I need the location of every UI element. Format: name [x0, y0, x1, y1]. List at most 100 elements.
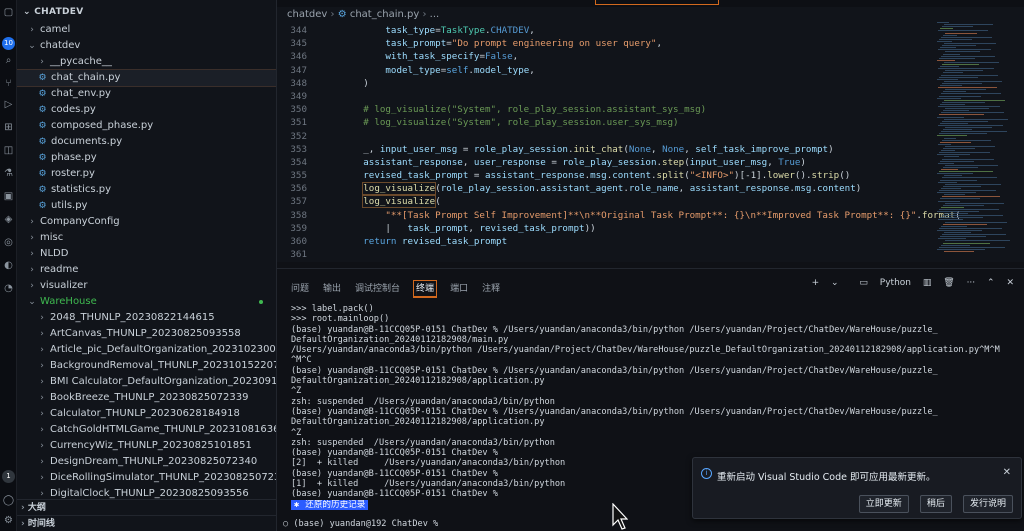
breadcrumb-symbol[interactable]: ...	[430, 9, 440, 20]
python-file-icon: ⚙	[38, 201, 47, 211]
terminal-shell-label[interactable]: ▭ Python	[850, 278, 911, 288]
folder-item[interactable]: › 2048_THUNLP_20230822144615	[17, 310, 276, 326]
database-icon[interactable]: ◎	[2, 236, 15, 249]
file-item[interactable]: ⚙ chat_env.py	[17, 86, 276, 102]
folder-item[interactable]: › BackgroundRemoval_THUNLP_20231015220703	[17, 358, 276, 374]
breadcrumb-file[interactable]: chat_chain.py	[350, 9, 419, 20]
search-icon[interactable]: ⌕	[2, 54, 15, 67]
file-item[interactable]: ⚙ utils.py	[17, 198, 276, 214]
folder-item[interactable]: ⌄ chatdev	[17, 38, 276, 54]
chevron-down-icon[interactable]: ⌄	[831, 278, 839, 288]
git-graph-icon[interactable]: ◈	[2, 213, 15, 226]
code-line[interactable]: 358 "**[Task Prompt Self Improvement]**\…	[277, 209, 960, 222]
panel-tab[interactable]: 调试控制台	[355, 281, 400, 297]
docker-icon[interactable]: ▣	[2, 190, 15, 203]
code-line[interactable]: 359 | task_prompt, revised_task_prompt))	[277, 222, 937, 235]
folder-item[interactable]: › DesignDream_THUNLP_20230825072340	[17, 454, 276, 470]
terminal-prompt[interactable]: ○ (base) yuandan@192 ChatDev %	[283, 519, 443, 529]
file-item[interactable]: ⚙ composed_phase.py	[17, 118, 276, 134]
code-line[interactable]: 356 log_visualize(role_play_session.assi…	[277, 182, 937, 196]
file-item[interactable]: ⚙ statistics.py	[17, 182, 276, 198]
extensions-icon[interactable]: ⊞	[2, 121, 15, 134]
more-icon[interactable]: ···	[967, 278, 976, 288]
explorer-icon[interactable]: ▢	[2, 6, 15, 19]
minimap-line	[939, 133, 987, 135]
code-line[interactable]: 344 task_type=TaskType.CHATDEV,	[277, 24, 937, 37]
code-lines[interactable]: 344 task_type=TaskType.CHATDEV, 345 task_…	[277, 24, 960, 261]
file-item[interactable]: ⚙ documents.py	[17, 134, 276, 150]
code-line[interactable]: 355 revised_task_prompt = assistant_resp…	[277, 169, 937, 182]
file-item[interactable]: ⚙ phase.py	[17, 150, 276, 166]
outline-section[interactable]: › 大纲	[17, 499, 276, 515]
mouse-pointer-icon	[612, 503, 628, 530]
release-notes-button[interactable]: 发行说明	[962, 495, 1013, 513]
settings-icon[interactable]: ⚙	[2, 514, 15, 527]
panel-tab[interactable]: 注释	[482, 281, 500, 297]
folder-item[interactable]: › Calculator_THUNLP_20230628184918	[17, 406, 276, 422]
run-debug-icon[interactable]: ▷	[2, 98, 15, 111]
chevron-down-icon[interactable]: ⌄	[23, 7, 34, 17]
code-line[interactable]: 353 _, input_user_msg = role_play_sessio…	[277, 143, 937, 156]
code-editor[interactable]: chatdev › ⚙ chat_chain.py › ... 344 task…	[277, 0, 1024, 262]
remote-icon[interactable]: ◫	[2, 144, 15, 157]
new-terminal-icon[interactable]: +	[812, 278, 820, 288]
folder-item[interactable]: › misc	[17, 230, 276, 246]
file-item[interactable]: ⚙ codes.py	[17, 102, 276, 118]
panel-tab[interactable]: 输出	[323, 281, 341, 297]
panel-tab[interactable]: 终端	[413, 280, 438, 298]
folder-item[interactable]: › CompanyConfig	[17, 214, 276, 230]
folder-item[interactable]: › BMI Calculator_DefaultOrganization_2023…	[17, 374, 276, 390]
code-line[interactable]: 349	[277, 90, 937, 103]
timeline-section[interactable]: › 时间线	[17, 515, 276, 531]
timeline-icon[interactable]: ◔	[2, 282, 15, 295]
code-line[interactable]: 360 return revised_task_prompt	[277, 235, 937, 248]
folder-item[interactable]: › visualizer	[17, 278, 276, 294]
folder-item[interactable]: › Article_pic_DefaultOrganization_2023102…	[17, 342, 276, 358]
panel-tab[interactable]: 端口	[450, 281, 468, 297]
code-line[interactable]: 347 model_type=self.model_type,	[277, 64, 937, 77]
folder-item[interactable]: › CatchGoldHTMLGame_THUNLP_20231081636	[17, 422, 276, 438]
minimap-line	[940, 47, 956, 49]
code-line[interactable]: 346 with_task_specify=False,	[277, 50, 937, 63]
file-item[interactable]: ⚙ chat_chain.py	[17, 69, 276, 87]
source-control-icon[interactable]: ⑂	[2, 77, 15, 90]
minimap[interactable]	[937, 22, 1017, 258]
file-item[interactable]: ⚙ roster.py	[17, 166, 276, 182]
minimap-line	[938, 30, 988, 32]
minimap-line	[944, 194, 965, 196]
maximize-icon[interactable]: ⌃	[987, 278, 995, 288]
later-button[interactable]: 稍后	[919, 495, 952, 513]
folder-item[interactable]: › BookBreeze_THUNLP_20230825072339	[17, 390, 276, 406]
close-icon[interactable]: ✕	[1003, 467, 1011, 478]
update-now-button[interactable]: 立即更新	[858, 495, 909, 513]
folder-item[interactable]: › camel	[17, 22, 276, 38]
folder-item[interactable]: › CurrencyWiz_THUNLP_20230825101851	[17, 438, 276, 454]
account-icon[interactable]: ◯	[2, 494, 15, 507]
code-line[interactable]: 354 assistant_response, user_response = …	[277, 156, 937, 169]
code-line[interactable]: 352	[277, 130, 937, 143]
testing-icon[interactable]: ⚗	[2, 167, 15, 180]
trash-icon[interactable]: 🗑	[943, 278, 954, 288]
code-line[interactable]: 348 )	[277, 77, 937, 90]
breadcrumb-folder[interactable]: chatdev	[287, 9, 327, 20]
copilot-icon[interactable]: ◐	[2, 259, 15, 272]
folder-item[interactable]: › __pycache__	[17, 54, 276, 70]
code-line[interactable]: 350 # log_visualize("System", role_play_…	[277, 103, 937, 116]
folder-item[interactable]: › readme	[17, 262, 276, 278]
folder-item[interactable]: › NLDD	[17, 246, 276, 262]
panel-tab[interactable]: 问题	[291, 281, 309, 297]
code-line[interactable]: 361	[277, 248, 937, 261]
code-line[interactable]: 345 task_prompt="Do prompt engineering o…	[277, 37, 937, 50]
code-line[interactable]: 357 log_visualize(	[277, 195, 937, 209]
tree-item-label: Calculator_THUNLP_20230628184918	[50, 408, 240, 419]
minimap-line	[938, 68, 994, 70]
folder-item[interactable]: › ArtCanvas_THUNLP_20230825093558	[17, 326, 276, 342]
terminal-line: ^Z	[291, 427, 302, 438]
code-line[interactable]: 351 # log_visualize("System", role_play_…	[277, 116, 937, 129]
split-terminal-icon[interactable]: ▥	[923, 278, 932, 288]
close-icon[interactable]: ✕	[1006, 278, 1014, 288]
folder-item[interactable]: › DiceRollingSimulator_THUNLP_20230825072…	[17, 470, 276, 486]
history-label: 还原的历史记录	[305, 499, 366, 510]
folder-item[interactable]: ⌄ WareHouse	[17, 294, 276, 310]
minimap-line	[940, 103, 965, 105]
